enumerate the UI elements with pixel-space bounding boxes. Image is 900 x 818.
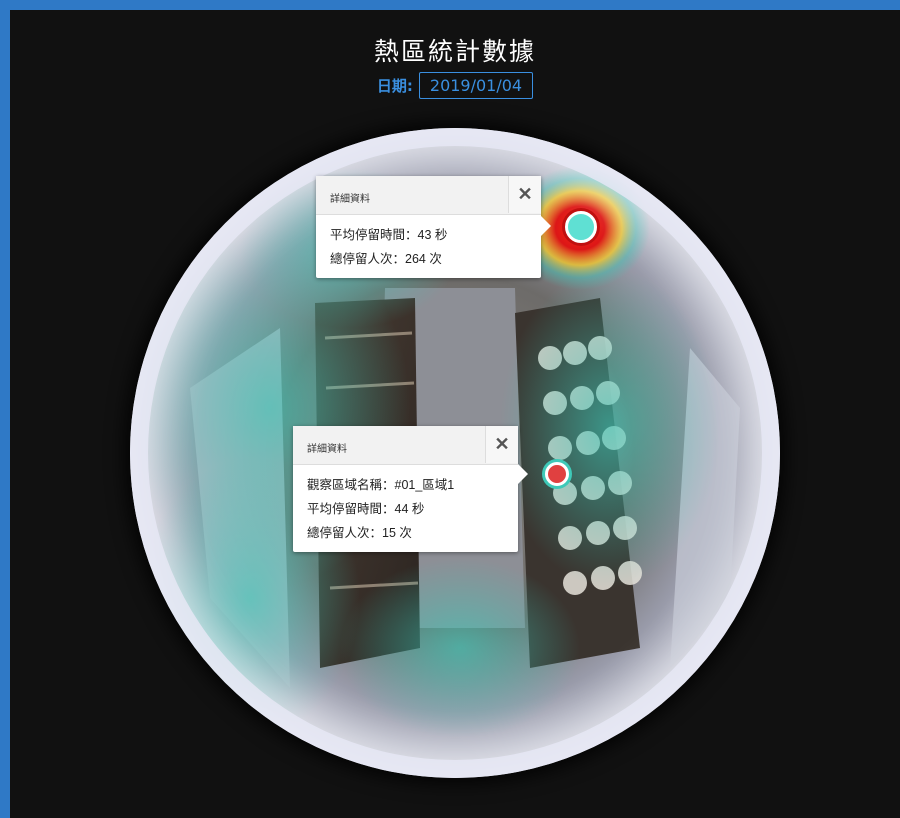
total-visits: 總停留人次：264 次 [330,252,442,266]
date-label: 日期: [376,76,413,95]
date-field[interactable]: 2019/01/04 [418,71,534,99]
hotspot-marker-2[interactable] [545,462,569,486]
popup-pointer [518,464,528,484]
avg-stay-time: 平均停留時間：43 秒 [330,228,448,242]
close-icon[interactable]: ✕ [508,176,541,213]
hotspot-marker-1[interactable] [565,211,597,243]
zone-name: 觀察區域名稱：#01_區域1 [307,478,455,492]
popup-title: 詳細資料 [307,444,347,455]
popup-title: 詳細資料 [330,194,370,205]
popup-header: 詳細資料 ✕ [293,426,518,465]
date-row: 日期: 2019/01/04 [10,69,900,101]
detail-popup-1: 詳細資料 ✕ 平均停留時間：43 秒 總停留人次：264 次 [316,176,551,278]
page-title: 熱區統計數據 [373,37,536,66]
close-icon[interactable]: ✕ [485,426,518,463]
total-visits: 總停留人次：15 次 [307,526,412,540]
detail-popup-2: 詳細資料 ✕ 觀察區域名稱：#01_區域1 平均停留時間：44 秒 總停留人次：… [293,426,528,552]
popup-pointer [541,216,551,236]
popup-header: 詳細資料 ✕ [316,176,541,215]
avg-stay-time: 平均停留時間：44 秒 [307,502,425,516]
